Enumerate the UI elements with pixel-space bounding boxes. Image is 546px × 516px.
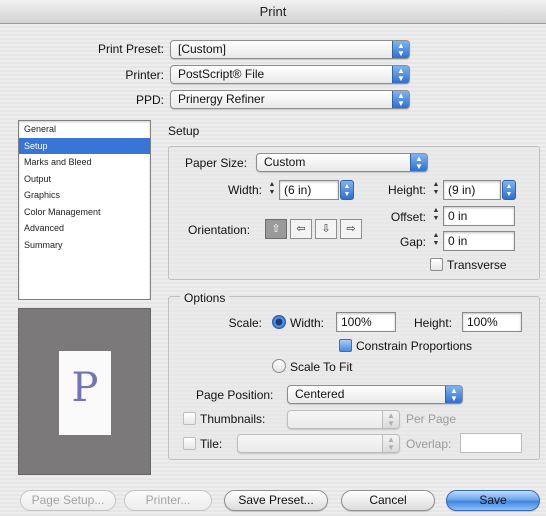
paper-size-popup[interactable]: Custom ▲ ▼ xyxy=(256,153,428,172)
width-stepper[interactable]: ▲ ▼ xyxy=(267,181,277,200)
tile-checkbox[interactable] xyxy=(183,437,196,450)
height-label: Height: xyxy=(387,183,426,197)
width-field[interactable]: (6 in) xyxy=(279,180,339,200)
cancel-button[interactable]: Cancel xyxy=(341,490,435,511)
popup-arrows-icon: ▲ ▼ xyxy=(392,66,409,83)
offset-field[interactable]: 0 in xyxy=(443,206,515,226)
constrain-proportions-label: Constrain Proportions xyxy=(356,339,473,353)
ppd-value: Prinergy Refiner xyxy=(178,92,265,106)
print-preset-popup[interactable]: [Custom] ▲ ▼ xyxy=(170,40,410,59)
category-item-summary[interactable]: Summary xyxy=(19,237,150,254)
printer-value: PostScript® File xyxy=(178,67,265,81)
scale-width-field[interactable]: 100% xyxy=(336,312,396,332)
preview-letter: P xyxy=(71,365,99,411)
popup-arrows-icon: ▲ ▼ xyxy=(382,411,399,428)
save-preset-button[interactable]: Save Preset... xyxy=(224,490,328,511)
page-preview: P xyxy=(18,308,151,475)
scale-height-field[interactable]: 100% xyxy=(462,312,522,332)
page-position-label: Page Position: xyxy=(196,388,274,402)
scale-height-label: Height: xyxy=(414,316,453,330)
category-item-graphics[interactable]: Graphics xyxy=(19,187,150,204)
tile-popup[interactable]: ▲ ▼ xyxy=(237,434,400,453)
printer-label: Printer: xyxy=(125,68,164,82)
scale-label: Scale: xyxy=(228,316,262,330)
orientation-reverse-portrait-icon[interactable]: ⇩ xyxy=(315,219,337,239)
category-item-output[interactable]: Output xyxy=(19,171,150,188)
height-stepper[interactable]: ▲ ▼ xyxy=(431,181,441,200)
orientation-landscape-icon[interactable]: ⇦ xyxy=(290,219,312,239)
width-label: Width: xyxy=(227,183,262,197)
height-menu-arrow-icon[interactable]: ▲ ▼ xyxy=(502,180,516,200)
category-list[interactable]: General Setup Marks and Bleed Output Gra… xyxy=(18,120,151,300)
category-item-advanced[interactable]: Advanced xyxy=(19,220,150,237)
thumbnails-popup[interactable]: ▲ ▼ xyxy=(287,410,400,429)
preview-page: P xyxy=(59,351,111,435)
popup-arrows-icon: ▲ ▼ xyxy=(445,386,462,403)
popup-arrows-icon: ▲ ▼ xyxy=(392,41,409,58)
page-setup-button[interactable]: Page Setup... xyxy=(20,490,116,511)
popup-arrows-icon: ▲ ▼ xyxy=(382,435,399,452)
orientation-portrait-icon[interactable]: ⇧ xyxy=(265,219,287,239)
printer-popup[interactable]: PostScript® File ▲ ▼ xyxy=(170,65,410,84)
popup-arrows-icon: ▲ ▼ xyxy=(392,91,409,108)
scale-width-label: Width: xyxy=(290,316,325,330)
per-page-label: Per Page xyxy=(406,412,457,426)
paper-size-value: Custom xyxy=(264,155,306,169)
gap-label: Gap: xyxy=(399,235,426,249)
transverse-label: Transverse xyxy=(447,258,507,272)
transverse-checkbox[interactable] xyxy=(430,258,443,271)
print-preset-label: Print Preset: xyxy=(97,42,164,56)
ppd-popup[interactable]: Prinergy Refiner ▲ ▼ xyxy=(170,90,410,109)
orientation-label: Orientation: xyxy=(188,223,251,237)
page-position-value: Centered xyxy=(295,387,345,401)
category-item-setup[interactable]: Setup xyxy=(19,137,150,154)
window-title-bar: Print xyxy=(0,0,546,24)
window-title: Print xyxy=(259,4,287,19)
gap-field[interactable]: 0 in xyxy=(443,231,515,251)
orientation-reverse-landscape-icon[interactable]: ⇨ xyxy=(340,219,362,239)
gap-stepper[interactable]: ▲ ▼ xyxy=(431,232,441,251)
ppd-label: PPD: xyxy=(135,93,164,107)
category-item-color-management[interactable]: Color Management xyxy=(19,204,150,221)
popup-arrows-icon: ▲ ▼ xyxy=(410,154,427,171)
width-menu-arrow-icon[interactable]: ▲ ▼ xyxy=(340,180,354,200)
setup-heading: Setup xyxy=(168,124,200,138)
printer-button[interactable]: Printer... xyxy=(124,490,212,511)
constrain-proportions-checkbox[interactable] xyxy=(339,339,352,352)
offset-stepper[interactable]: ▲ ▼ xyxy=(431,207,441,226)
save-button[interactable]: Save xyxy=(446,490,540,511)
print-preset-value: [Custom] xyxy=(178,42,227,56)
category-item-marks-and-bleed[interactable]: Marks and Bleed xyxy=(19,154,150,171)
scale-to-fit-radio[interactable] xyxy=(272,359,286,373)
page-position-popup[interactable]: Centered ▲ ▼ xyxy=(287,385,463,404)
paper-size-label: Paper Size: xyxy=(185,156,248,170)
tile-label: Tile: xyxy=(200,437,223,451)
scale-to-fit-label: Scale To Fit xyxy=(290,360,353,374)
offset-label: Offset: xyxy=(390,210,426,224)
category-item-general[interactable]: General xyxy=(19,121,150,138)
thumbnails-checkbox[interactable] xyxy=(183,412,196,425)
scale-width-radio[interactable] xyxy=(272,315,286,329)
overlap-label: Overlap: xyxy=(406,437,452,451)
height-field[interactable]: (9 in) xyxy=(443,180,501,200)
options-heading: Options xyxy=(180,291,230,305)
thumbnails-label: Thumbnails: xyxy=(200,412,266,426)
overlap-field[interactable] xyxy=(460,433,522,453)
